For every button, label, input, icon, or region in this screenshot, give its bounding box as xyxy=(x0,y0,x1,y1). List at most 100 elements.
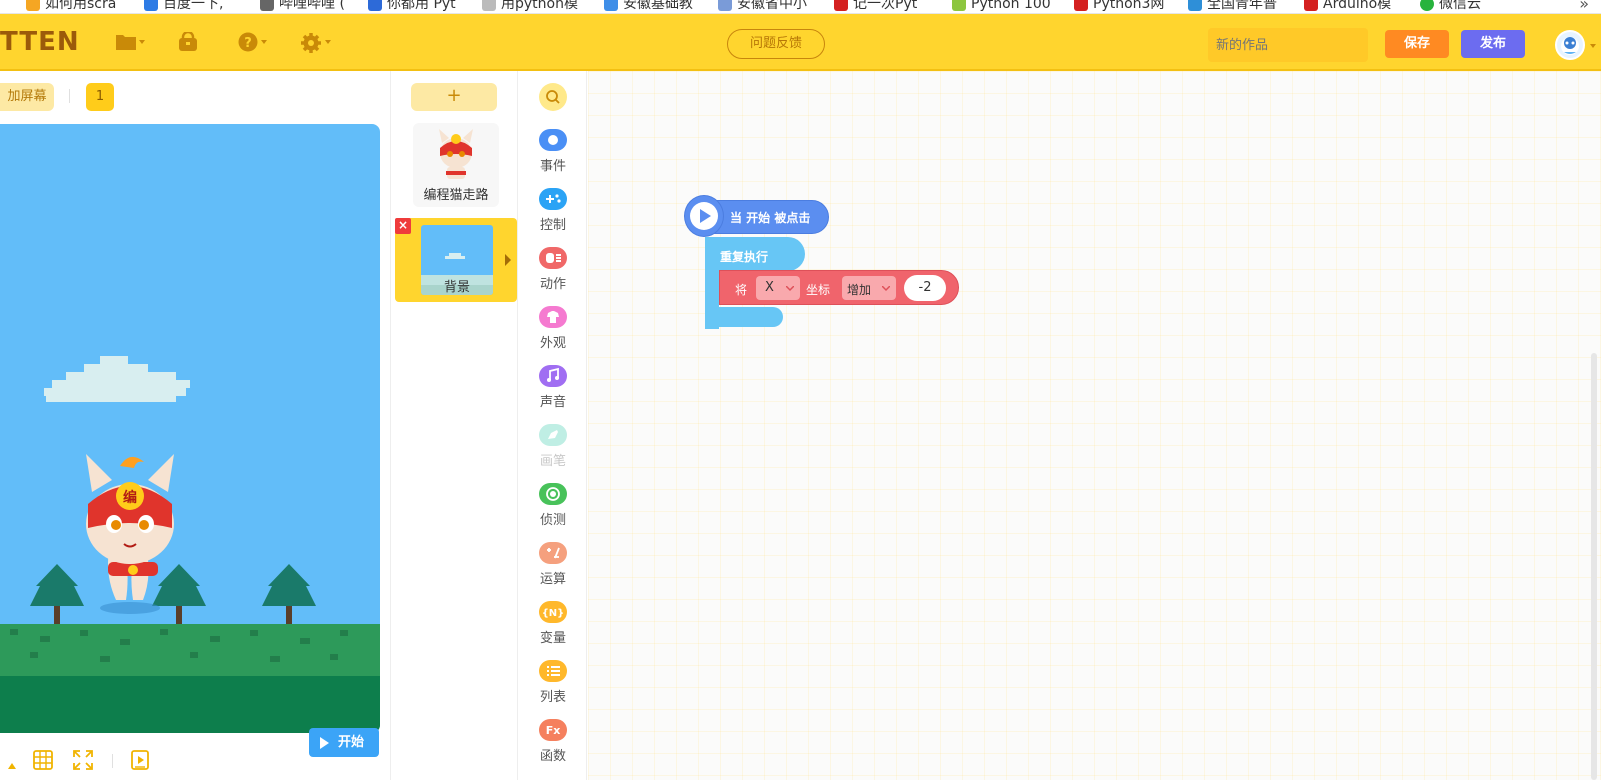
delete-icon[interactable]: × xyxy=(395,218,411,234)
category-control[interactable]: 控制 xyxy=(519,188,587,244)
bookmark-item[interactable]: 用python模 xyxy=(482,0,578,13)
add-sprite-button[interactable]: + xyxy=(411,83,497,111)
category-label: 函数 xyxy=(539,749,566,764)
bookmark-label: 百度一下, xyxy=(163,0,224,12)
avatar[interactable] xyxy=(1555,30,1585,60)
control-icon xyxy=(539,188,567,210)
scene-number-badge[interactable]: 1 xyxy=(86,83,114,111)
vertical-scrollbar[interactable] xyxy=(1591,353,1597,780)
help-icon[interactable]: ? xyxy=(238,32,258,54)
function-icon: Fx xyxy=(539,719,567,741)
chevron-down-icon xyxy=(882,286,890,292)
top-toolbar: TTEN ? 问题反馈 保存 发布 xyxy=(0,14,1601,71)
category-event[interactable]: 事件 xyxy=(519,129,587,185)
settings-icon[interactable] xyxy=(300,32,322,54)
bookmark-item[interactable]: Arduino模 xyxy=(1304,0,1391,13)
looks-icon xyxy=(539,306,567,328)
bookmark-label: Python3网 xyxy=(1093,0,1165,12)
operation-dropdown[interactable]: 增加 xyxy=(842,276,896,300)
category-sensing[interactable]: 侦测 xyxy=(519,483,587,539)
pen-icon xyxy=(539,424,567,446)
bookmark-item[interactable]: 哔哩哔哩 ( xyxy=(260,0,345,13)
category-label: 变量 xyxy=(539,631,566,646)
start-button[interactable]: 开始 xyxy=(309,728,379,757)
stage-canvas[interactable]: 编 xyxy=(0,124,380,733)
motion-prefix-label: 将 xyxy=(735,283,748,297)
sprite-card[interactable]: 编程猫走路 xyxy=(413,123,499,207)
category-label: 事件 xyxy=(539,159,566,174)
grid-icon[interactable] xyxy=(33,750,53,774)
category-label: 画笔 xyxy=(539,454,566,469)
bookmark-item[interactable]: 全国青年普 xyxy=(1188,0,1277,13)
project-name-input[interactable] xyxy=(1208,28,1368,62)
chevron-down-icon xyxy=(261,40,267,44)
category-label: 运算 xyxy=(539,572,566,587)
category-sound[interactable]: 声音 xyxy=(519,365,587,421)
change-x-block[interactable]: 将 X 坐标 增加 -2 xyxy=(719,270,959,305)
value-text: -2 xyxy=(918,280,932,295)
category-looks[interactable]: 外观 xyxy=(519,306,587,362)
category-label: 声音 xyxy=(539,395,566,410)
value-input[interactable]: -2 xyxy=(904,275,946,301)
category-list[interactable]: 列表 xyxy=(519,660,587,716)
play-icon xyxy=(690,202,718,230)
operator-icon xyxy=(539,542,567,564)
bookmark-item[interactable]: 安徽省中小 xyxy=(718,0,807,13)
bookmarks-overflow-icon[interactable]: » xyxy=(1579,0,1589,13)
play-icon xyxy=(320,737,329,749)
variable-icon: {N} xyxy=(539,601,567,623)
when-start-clicked-block[interactable]: 当 开始 被点击 xyxy=(684,195,829,237)
sound-icon xyxy=(539,365,567,387)
device-preview-icon[interactable] xyxy=(131,750,149,774)
bookmark-item[interactable]: 你都用 Pyt xyxy=(368,0,456,13)
bookmark-item[interactable]: 如何用scra xyxy=(26,0,116,13)
chevron-down-icon xyxy=(325,40,331,44)
feedback-button[interactable]: 问题反馈 xyxy=(727,29,825,59)
fullscreen-icon[interactable] xyxy=(73,750,93,774)
svg-text:{N}: {N} xyxy=(542,608,565,619)
axis-value: X xyxy=(765,280,774,295)
bag-icon[interactable] xyxy=(177,32,199,54)
bookmark-label: 全国青年普 xyxy=(1207,0,1277,12)
bookmark-item[interactable]: Python3网 xyxy=(1074,0,1165,13)
hat-block-label: 当 开始 被点击 xyxy=(730,211,811,225)
background-name: 背景 xyxy=(443,280,470,295)
svg-text:Fx: Fx xyxy=(546,724,561,737)
sprite-panel: + 编程猫走路 背景 × xyxy=(392,71,518,780)
bookmark-item[interactable]: Python 100 xyxy=(952,0,1051,13)
bookmarks-bar: 如何用scra 百度一下, 哔哩哔哩 ( 你都用 Pyt 用python模 安徽… xyxy=(0,0,1601,14)
category-operator[interactable]: 运算 xyxy=(519,542,587,598)
sensing-icon xyxy=(539,483,567,505)
sprite-name: 编程猫走路 xyxy=(423,188,489,203)
sprite-thumbnail xyxy=(439,129,473,179)
add-screen-button[interactable]: 加屏幕 xyxy=(0,83,54,111)
save-button[interactable]: 保存 xyxy=(1385,30,1449,58)
category-motion[interactable]: 动作 xyxy=(519,247,587,303)
block-category-panel: 事件 控制 动作 外观 声音 画笔 侦测 运算 {N} 变量 列表 Fx 函数 xyxy=(519,71,587,780)
divider xyxy=(112,754,113,768)
divider xyxy=(69,89,70,103)
search-icon[interactable] xyxy=(539,83,567,111)
stage-scene-illustration: 编 xyxy=(0,124,380,733)
category-function[interactable]: Fx 函数 xyxy=(519,719,587,775)
chevron-right-icon[interactable] xyxy=(505,254,511,266)
code-workspace[interactable]: 当 开始 被点击 重复执行 将 X 坐标 增加 -2 xyxy=(588,71,1601,780)
axis-dropdown[interactable]: X xyxy=(756,276,800,300)
bookmark-item[interactable]: 百度一下, xyxy=(144,0,224,13)
bookmark-item[interactable]: 记一次Pyt xyxy=(834,0,917,13)
category-label: 列表 xyxy=(539,690,566,705)
chevron-down-icon xyxy=(139,40,145,44)
app-logo: TTEN xyxy=(0,27,80,57)
background-card[interactable]: 背景 × xyxy=(395,218,517,302)
bookmark-item[interactable]: 安徽基础教 xyxy=(604,0,693,13)
bookmark-label: 安徽基础教 xyxy=(623,0,693,12)
category-variable[interactable]: {N} 变量 xyxy=(519,601,587,657)
folder-icon[interactable] xyxy=(115,32,137,54)
event-icon xyxy=(539,129,567,151)
bookmark-item[interactable]: 微信云 xyxy=(1420,0,1481,13)
svg-text:编: 编 xyxy=(123,489,137,506)
caret-up-icon[interactable] xyxy=(8,758,16,773)
publish-button[interactable]: 发布 xyxy=(1461,30,1525,58)
bookmark-label: 你都用 Pyt xyxy=(387,0,456,12)
category-pen[interactable]: 画笔 xyxy=(519,424,587,480)
